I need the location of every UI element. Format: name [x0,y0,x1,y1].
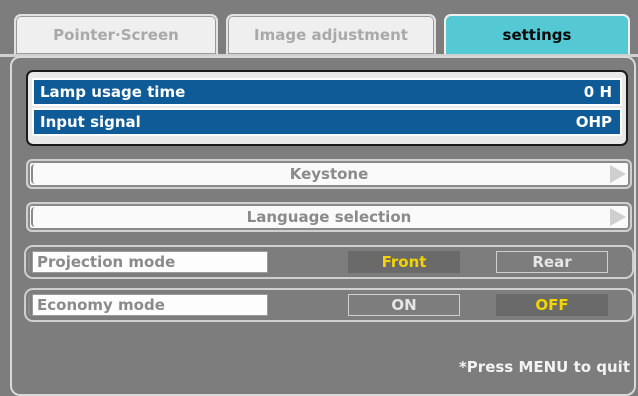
projection-mode-row: Projection mode Front Rear [24,245,634,279]
tab-settings[interactable]: settings [444,14,630,54]
tab-image-adjustment[interactable]: Image adjustment [226,14,436,54]
economy-on-option[interactable]: ON [348,294,460,316]
projection-rear-option[interactable]: Rear [496,251,608,273]
arrow-right-icon [610,165,626,183]
lamp-usage-value: 0 H [583,83,612,101]
input-signal-label: Input signal [40,113,141,131]
lamp-usage-row: Lamp usage time 0 H [32,78,622,106]
tab-pointer-screen[interactable]: Pointer·Screen [14,14,218,54]
economy-off-option[interactable]: OFF [496,294,608,316]
economy-mode-label: Economy mode [28,294,268,316]
keystone-label: Keystone [289,165,369,183]
projection-mode-label: Projection mode [28,251,268,273]
keystone-menu-item[interactable]: Keystone [26,159,632,189]
language-selection-label: Language selection [246,208,412,226]
language-selection-menu-item[interactable]: Language selection [26,202,632,232]
projection-front-option[interactable]: Front [348,251,460,273]
status-info-box: Lamp usage time 0 H Input signal OHP [26,70,628,146]
economy-mode-row: Economy mode ON OFF [24,288,634,322]
quit-hint: *Press MENU to quit [458,358,630,376]
input-signal-value: OHP [575,113,612,131]
lamp-usage-label: Lamp usage time [40,83,186,101]
input-signal-row: Input signal OHP [32,108,622,136]
arrow-right-icon [610,208,626,226]
